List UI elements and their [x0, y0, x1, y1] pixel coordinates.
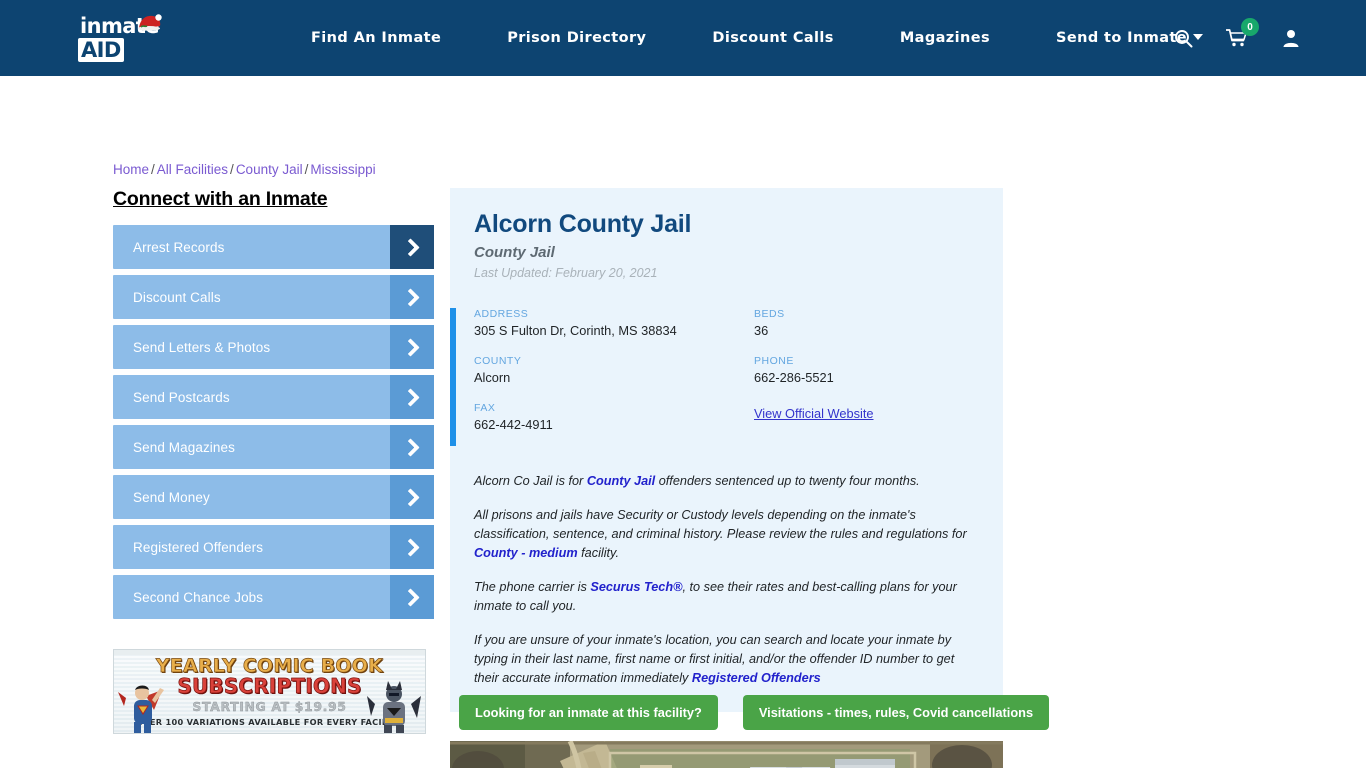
chevron-right-icon: [390, 425, 434, 469]
inline-link[interactable]: County Jail: [587, 474, 655, 488]
breadcrumb-item-all-facilities[interactable]: All Facilities: [157, 162, 228, 177]
last-updated-text: Last Updated: February 20, 2021: [474, 266, 658, 280]
chevron-right-icon: [390, 275, 434, 319]
breadcrumb-item-county-jail[interactable]: County Jail: [236, 162, 303, 177]
info-field-address: ADDRESS 305 S Fulton Dr, Corinth, MS 388…: [474, 308, 754, 338]
facility-info-section: ADDRESS 305 S Fulton Dr, Corinth, MS 388…: [450, 308, 1003, 446]
site-logo[interactable]: inmateAID: [78, 14, 188, 62]
view-official-website-link[interactable]: View Official Website: [754, 406, 874, 421]
info-label: ADDRESS: [474, 308, 529, 320]
chevron-right-icon: [390, 575, 434, 619]
info-value: 662-442-4911: [474, 417, 553, 432]
inline-link[interactable]: Registered Offenders: [692, 671, 821, 685]
sidebar-title: Connect with an Inmate: [113, 188, 328, 210]
sidebar-item-arrest-records[interactable]: Arrest Records: [113, 225, 434, 269]
description-paragraph-2: All prisons and jails have Security or C…: [474, 508, 967, 561]
info-field-county: COUNTY Alcorn: [474, 355, 754, 385]
site-header: inmateAID Find An Inmate Prison Director…: [0, 0, 1366, 76]
sidebar-item-registered-offenders[interactable]: Registered Offenders: [113, 525, 434, 569]
logo-text: inmateAID: [78, 14, 159, 62]
user-account-icon[interactable]: [1278, 25, 1304, 51]
nav-item-find-an-inmate[interactable]: Find An Inmate: [278, 30, 474, 46]
sidebar-item-label: Send Postcards: [133, 389, 230, 405]
chevron-right-icon: [390, 225, 434, 269]
info-label: COUNTY: [474, 355, 522, 367]
sidebar-item-second-chance-jobs[interactable]: Second Chance Jobs: [113, 575, 434, 619]
breadcrumb: Home / All Facilities / County Jail / Mississi…: [113, 162, 376, 177]
info-value: 36: [754, 323, 769, 338]
sidebar-item-label: Send Money: [133, 489, 210, 505]
info-label: BEDS: [754, 308, 785, 320]
info-field-phone: PHONE 662-286-5521: [754, 355, 1003, 385]
superman-illustration: [118, 685, 164, 733]
info-value: 662-286-5521: [754, 370, 834, 385]
inline-link[interactable]: Securus Tech®: [590, 580, 682, 594]
chevron-right-icon: [390, 525, 434, 569]
chevron-right-icon: [390, 475, 434, 519]
info-label: FAX: [474, 402, 496, 414]
chevron-right-icon: [390, 325, 434, 369]
search-icon[interactable]: [1170, 25, 1196, 51]
sidebar-item-send-money[interactable]: Send Money: [113, 475, 434, 519]
breadcrumb-separator: /: [230, 162, 234, 177]
sidebar-item-send-letters-photos[interactable]: Send Letters & Photos: [113, 325, 434, 369]
description-paragraph-1: Alcorn Co Jail is for County Jail offend…: [474, 474, 920, 488]
sidebar-item-label: Send Magazines: [133, 439, 235, 455]
aerial-photo-graphic: [450, 741, 1003, 768]
chevron-right-icon: [390, 375, 434, 419]
description-paragraph-4: If you are unsure of your inmate's locat…: [474, 633, 955, 686]
accent-bar: [450, 308, 456, 446]
facility-aerial-photo: [450, 741, 1003, 768]
batman-illustration: [367, 681, 421, 733]
sidebar-item-send-postcards[interactable]: Send Postcards: [113, 375, 434, 419]
shopping-cart-icon[interactable]: 0: [1224, 18, 1259, 51]
looking-for-inmate-button[interactable]: Looking for an inmate at this facility?: [459, 695, 718, 730]
nav-item-discount-calls[interactable]: Discount Calls: [679, 30, 866, 46]
description-paragraph-3: The phone carrier is Securus Tech®, to s…: [474, 580, 957, 614]
main-navigation: Find An Inmate Prison Directory Discount…: [278, 30, 1236, 46]
sidebar-item-label: Arrest Records: [133, 239, 225, 255]
info-field-fax: FAX 662-442-4911: [474, 402, 754, 432]
nav-item-prison-directory[interactable]: Prison Directory: [474, 30, 679, 46]
sidebar-item-label: Send Letters & Photos: [133, 339, 271, 355]
sidebar-item-label: Second Chance Jobs: [133, 589, 264, 605]
breadcrumb-item-mississippi[interactable]: Mississippi: [310, 162, 375, 177]
nav-item-magazines[interactable]: Magazines: [867, 30, 1023, 46]
nav-item-send-to-inmate-label: Send to Inmate: [1056, 30, 1187, 46]
info-label: PHONE: [754, 355, 794, 367]
ad-inner: YEARLY COMIC BOOK SUBSCRIPTIONS STARTING…: [114, 655, 425, 733]
sidebar: Connect with an Inmate Arrest Records Di…: [113, 188, 434, 625]
facility-card: Alcorn County Jail County Jail Last Upda…: [450, 188, 1003, 713]
header-icon-group: 0: [1170, 18, 1304, 51]
facility-type: County Jail: [474, 244, 555, 261]
facility-description: Alcorn Co Jail is for County Jail offend…: [450, 432, 1003, 712]
comic-book-subscription-ad[interactable]: YEARLY COMIC BOOK SUBSCRIPTIONS STARTING…: [113, 649, 426, 734]
breadcrumb-item-home[interactable]: Home: [113, 162, 149, 177]
breadcrumb-separator: /: [151, 162, 155, 177]
inline-link[interactable]: County - medium: [474, 546, 578, 560]
info-value: 305 S Fulton Dr, Corinth, MS 38834: [474, 323, 677, 338]
sidebar-item-label: Discount Calls: [133, 289, 221, 305]
sidebar-item-discount-calls[interactable]: Discount Calls: [113, 275, 434, 319]
info-value: Alcorn: [474, 370, 511, 385]
facility-info-grid: ADDRESS 305 S Fulton Dr, Corinth, MS 388…: [474, 308, 1003, 432]
info-field-official-website: View Official Website: [754, 402, 1003, 432]
page-body: Home / All Facilities / County Jail / Mississi…: [0, 76, 1366, 768]
sidebar-item-send-magazines[interactable]: Send Magazines: [113, 425, 434, 469]
cart-count-badge: 0: [1241, 18, 1259, 36]
info-field-beds: BEDS 36: [754, 308, 1003, 338]
visitations-button[interactable]: Visitations - times, rules, Covid cancel…: [742, 695, 1050, 730]
sidebar-item-label: Registered Offenders: [133, 539, 264, 555]
page-title: Alcorn County Jail: [474, 210, 692, 238]
action-button-row: Looking for an inmate at this facility? …: [459, 695, 1050, 730]
